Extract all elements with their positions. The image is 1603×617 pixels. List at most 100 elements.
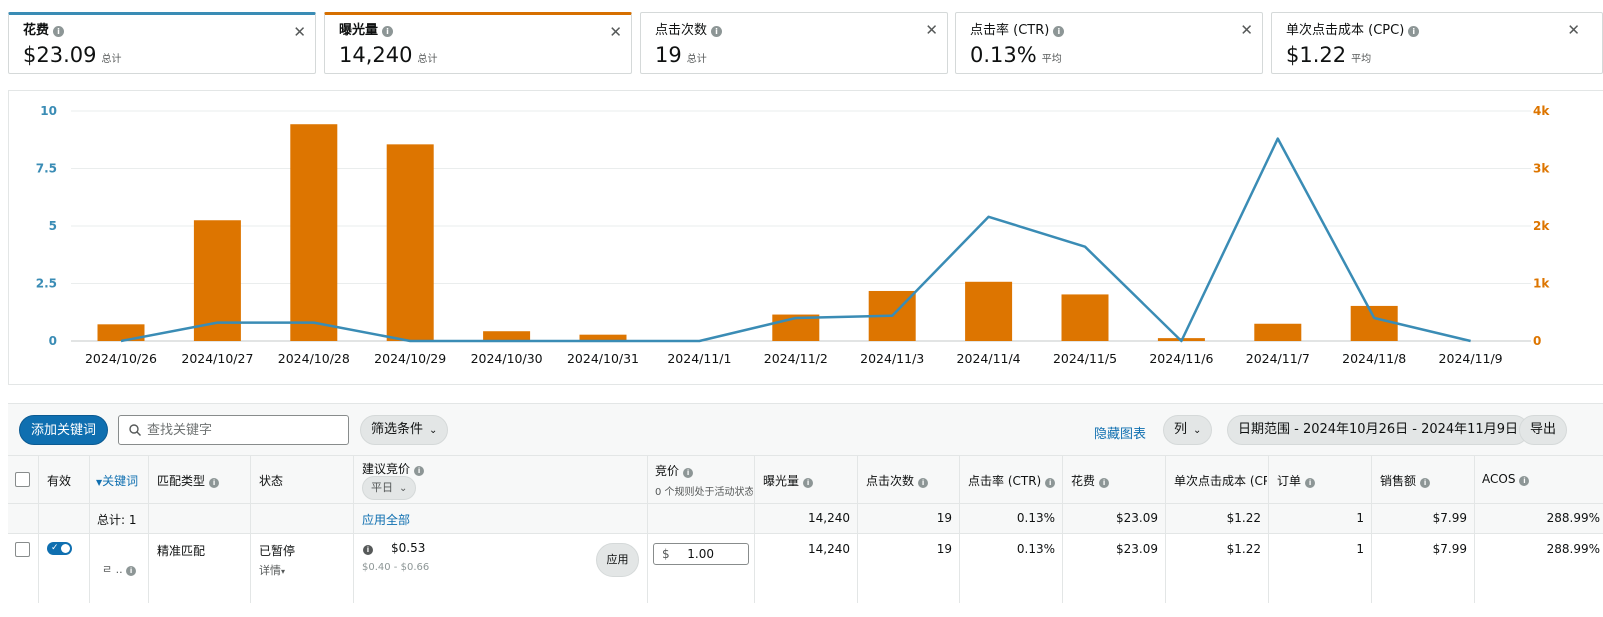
header-suggested-bid[interactable]: 建议竞价 i <box>362 460 425 477</box>
suggested-bid-cell: i $0.53 <box>363 541 425 555</box>
details-dropdown[interactable]: 详情▾ <box>259 562 285 578</box>
date-range-button[interactable]: 日期范围 - 2024年10月26日 - 2024年11月9日 <box>1227 415 1529 445</box>
metric-value: 14,240 <box>339 43 413 67</box>
match-type-cell: 精准匹配 <box>157 544 206 558</box>
keyword-search[interactable] <box>118 415 349 445</box>
metric-value: 19 <box>655 43 682 67</box>
metric-title: 曝光量 <box>339 23 379 38</box>
info-icon[interactable]: i <box>1408 26 1420 37</box>
info-icon[interactable]: i <box>53 26 65 37</box>
info-icon[interactable]: i <box>683 468 694 478</box>
right-axis-tick-label: 0 <box>1533 334 1541 348</box>
metric-card-impressions[interactable]: 曝光量 i 14,240 总计 ✕ <box>324 12 632 74</box>
info-icon[interactable]: i <box>1519 476 1530 486</box>
metric-title: 点击次数 <box>655 23 708 38</box>
chevron-down-icon: ⌄ <box>399 483 408 494</box>
info-icon[interactable]: i <box>1420 478 1431 488</box>
info-icon[interactable]: i <box>1305 478 1316 488</box>
metric-card-clicks[interactable]: 点击次数 i 19 总计 ✕ <box>640 12 948 74</box>
info-icon[interactable]: i <box>1045 478 1056 488</box>
left-axis-tick-label: 2.5 <box>36 277 57 291</box>
close-icon[interactable]: ✕ <box>293 23 306 41</box>
search-input[interactable] <box>147 420 342 440</box>
impressions-cell: 14,240 <box>808 542 850 556</box>
caret-down-icon: ▾ <box>281 567 286 576</box>
metric-card-spend[interactable]: 花费 i $23.09 总计 ✕ <box>8 12 316 74</box>
header-match-type[interactable]: 匹配类型 i <box>157 472 220 489</box>
metric-value: $1.22 <box>1286 43 1347 67</box>
info-icon[interactable]: i <box>209 478 220 488</box>
x-axis-tick-label: 2024/10/26 <box>85 351 157 366</box>
close-icon[interactable]: ✕ <box>925 21 938 39</box>
hide-chart-link[interactable]: 隐藏图表 <box>1094 423 1146 442</box>
header-status[interactable]: 状态 <box>259 472 283 489</box>
header-sales[interactable]: 销售额 i <box>1380 472 1431 489</box>
filter-label: 筛选条件 <box>371 422 424 437</box>
x-axis-tick-label: 2024/11/8 <box>1342 351 1406 366</box>
totals-sales: $7.99 <box>1432 511 1467 525</box>
left-axis-tick-label: 7.5 <box>36 162 57 176</box>
metric-card-cpc[interactable]: 单次点击成本 (CPC) i $1.22 平均 ✕ <box>1271 12 1603 74</box>
metric-sub: 总计 <box>101 54 122 65</box>
active-toggle[interactable]: ✓ <box>47 542 72 555</box>
header-spend[interactable]: 花费 i <box>1071 472 1110 489</box>
x-axis-tick-label: 2024/11/2 <box>764 351 828 366</box>
info-icon[interactable]: i <box>363 545 373 555</box>
x-axis-tick-label: 2024/11/6 <box>1149 351 1213 366</box>
keyword-table: 有效 ▼关键词 匹配类型 i 状态 建议竞价 i 平日 ⌄ 竞价 i 0 个规则处于活动… <box>8 455 1603 603</box>
totals-spend: $23.09 <box>1116 511 1158 525</box>
info-icon[interactable]: i <box>1099 478 1110 488</box>
x-axis-tick-label: 2024/10/27 <box>181 351 253 366</box>
info-icon[interactable]: i <box>711 26 723 37</box>
header-bid[interactable]: 竞价 i <box>655 462 694 479</box>
totals-ctr: 0.13% <box>1016 511 1055 525</box>
chart-bar <box>965 281 1013 341</box>
right-axis-tick-label: 1k <box>1533 277 1550 291</box>
x-axis-tick-label: 2024/11/3 <box>860 351 924 366</box>
chart-bar <box>1254 323 1302 341</box>
info-icon[interactable]: i <box>918 478 929 488</box>
row-checkbox[interactable] <box>15 542 30 557</box>
chart-bar <box>290 124 338 341</box>
header-impressions[interactable]: 曝光量 i <box>763 472 814 489</box>
suggested-bid-period-dropdown[interactable]: 平日 ⌄ <box>362 476 417 500</box>
performance-chart: 0 0 2.5 1k 5 2k 7.5 3k 10 4k 2024/10/26 2024/10/27 2… <box>8 90 1603 385</box>
left-axis-tick-label: 5 <box>49 219 57 233</box>
apply-bid-button[interactable]: 应用 <box>596 543 639 577</box>
left-axis-tick-label: 0 <box>49 334 57 348</box>
x-axis-tick-label: 2024/10/28 <box>278 351 350 366</box>
header-clicks[interactable]: 点击次数 i <box>866 472 929 489</box>
header-active: 有效 <box>47 474 72 488</box>
header-keyword[interactable]: ▼关键词 <box>96 472 146 489</box>
info-icon[interactable]: i <box>414 466 425 476</box>
header-acos[interactable]: ACOS i <box>1482 472 1530 486</box>
ctr-cell: 0.13% <box>1016 542 1055 556</box>
header-cpc[interactable]: 单次点击成本 (CPC) <box>1174 472 1267 489</box>
check-icon: ✓ <box>51 543 59 553</box>
info-icon[interactable]: i <box>803 478 814 488</box>
metric-sub: 总计 <box>417 54 438 65</box>
close-icon[interactable]: ✕ <box>1240 21 1253 39</box>
info-icon[interactable]: i <box>382 26 394 37</box>
metric-sub: 平均 <box>1351 54 1372 65</box>
chart-bar <box>386 144 434 341</box>
x-axis-tick-label: 2024/11/4 <box>957 351 1021 366</box>
columns-button[interactable]: 列 ⌄ <box>1163 415 1213 445</box>
header-ctr[interactable]: 点击率 (CTR) i <box>968 472 1056 489</box>
close-icon[interactable]: ✕ <box>1567 21 1580 39</box>
close-icon[interactable]: ✕ <box>609 23 622 41</box>
apply-all-link[interactable]: 应用全部 <box>362 511 410 528</box>
chart-bar <box>1061 294 1109 341</box>
bid-input[interactable]: $1.00 <box>653 543 749 565</box>
totals-orders: 1 <box>1356 511 1364 525</box>
x-axis-tick-label: 2024/11/1 <box>667 351 731 366</box>
x-axis-tick-label: 2024/11/5 <box>1053 351 1117 366</box>
add-keyword-button[interactable]: 添加关键词 <box>19 415 109 445</box>
filter-button[interactable]: 筛选条件 ⌄ <box>360 415 449 445</box>
info-icon[interactable]: i <box>1053 26 1065 37</box>
metric-card-ctr[interactable]: 点击率 (CTR) i 0.13% 平均 ✕ <box>955 12 1263 74</box>
header-orders[interactable]: 订单 i <box>1277 472 1316 489</box>
select-all-checkbox[interactable] <box>15 472 30 487</box>
export-button[interactable]: 导出 <box>1519 415 1568 445</box>
info-icon[interactable]: i <box>126 566 137 576</box>
